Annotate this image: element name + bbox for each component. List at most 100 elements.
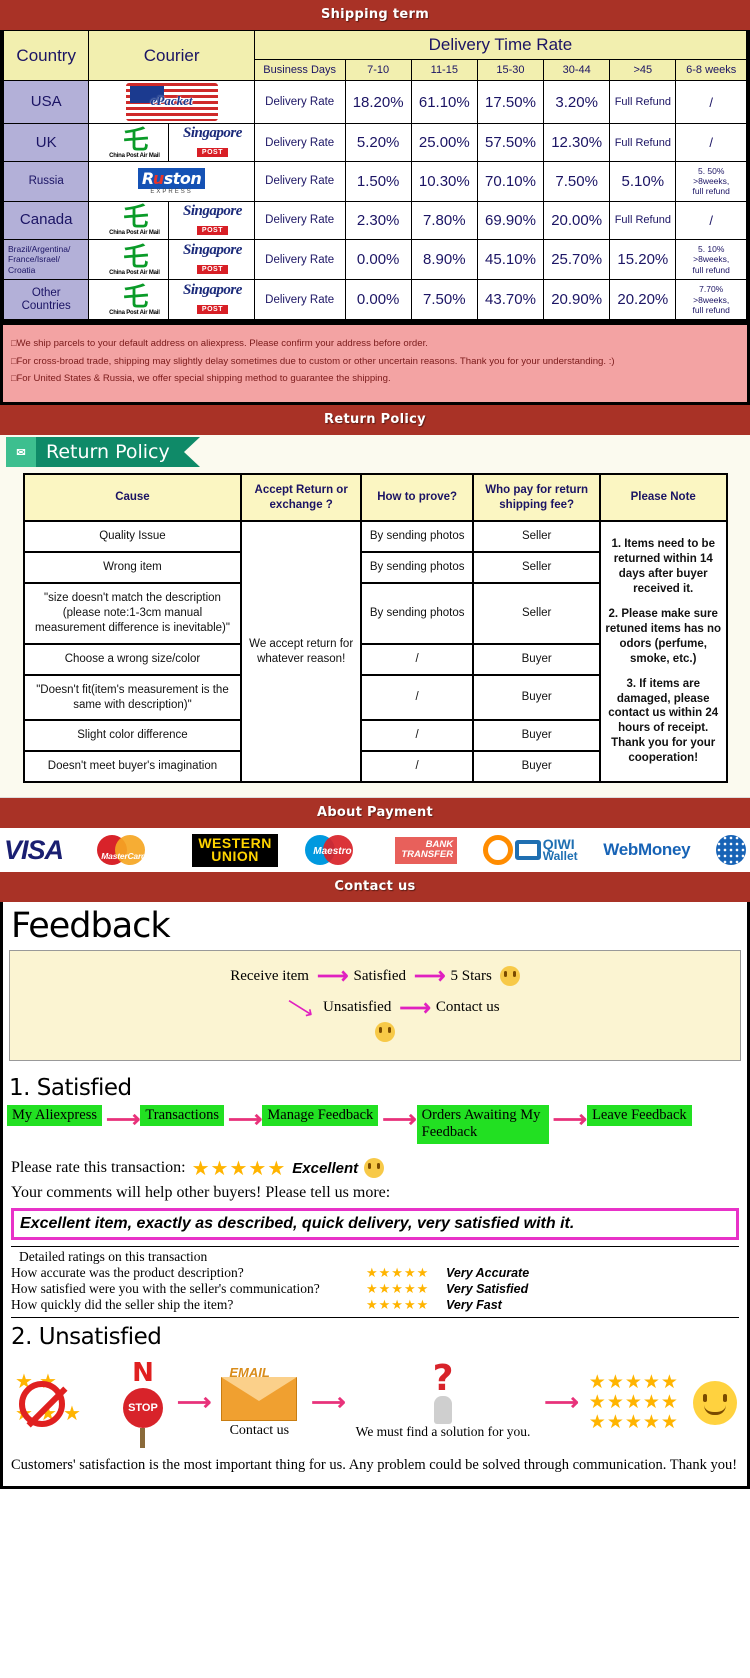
feedback-title: Feedback xyxy=(11,906,171,947)
cell-rate: 15.20% xyxy=(609,238,677,281)
ruston-express-icon: Ruston EXPRESS xyxy=(124,167,220,195)
qiwi-line2: Wallet xyxy=(542,849,578,864)
col-range-7-10: 7-10 xyxy=(344,59,412,81)
rate-transaction-line: Please rate this transaction: ★★★★★ Exce… xyxy=(3,1152,747,1181)
col-range-over-45: >45 xyxy=(609,59,677,81)
table-row: Quality Issue We accept return for whate… xyxy=(22,519,728,784)
cell-who: Seller xyxy=(472,581,601,645)
cell-prove: / xyxy=(359,719,475,753)
cell-rate: 61.10% xyxy=(410,80,478,124)
china-post-air-mail-icon: 乇 China Post Air Mail xyxy=(91,244,178,276)
cell-rate: 3.20% xyxy=(543,80,611,124)
detail-stars: ★★★★★ xyxy=(366,1264,430,1280)
cell-rate: 0.00% xyxy=(344,238,412,281)
unsatisfied-icon-strip: ★★ ★★★ N STOP ⟶ EMAIL Contact us ⟶ ? xyxy=(3,1354,747,1448)
maestro-label: Maestro xyxy=(313,846,352,858)
shipping-note: For cross-broad trade, shipping may slig… xyxy=(11,353,739,371)
cell-rate: 5.10% xyxy=(609,161,677,202)
step-leave-feedback[interactable]: Leave Feedback xyxy=(587,1105,692,1127)
mastercard-logo: MasterCard xyxy=(89,833,167,867)
unsatisfied-heading: 2. Unsatisfied xyxy=(11,1316,739,1354)
cell-who: Seller xyxy=(472,519,601,553)
cell-rate: 69.90% xyxy=(476,200,545,240)
rate-prompt: Please rate this transaction: xyxy=(11,1159,186,1177)
cell-prove: / xyxy=(359,673,475,722)
detail-stars: ★★★★★ xyxy=(366,1296,430,1312)
detail-question: How satisfied were you with the seller's… xyxy=(11,1280,320,1296)
cell-prove: / xyxy=(359,642,475,676)
big-smile-icon xyxy=(692,1380,737,1425)
courier-logo-china-post: 乇 China Post Air Mail xyxy=(88,238,178,281)
table-row: UK 乇 China Post Air Mail Singapore POST … xyxy=(2,123,747,162)
cell-rate: 5. 10% >8weeks, full refund xyxy=(675,238,747,281)
cell-rate: 1.50% xyxy=(344,161,412,202)
detail-rating-row: How quickly did the seller ship the item… xyxy=(3,1297,747,1313)
cell-rate: 45.10% xyxy=(476,238,545,281)
return-policy-section: ✉ Return Policy Cause Accept Return or e… xyxy=(0,435,750,799)
bank-transfer-logo: BANK TRANSFER xyxy=(395,836,458,864)
western-union-line2: UNION xyxy=(211,848,259,865)
cell-prove: By sending photos xyxy=(359,519,475,553)
detailed-ratings-heading: Detailed ratings on this transaction xyxy=(11,1245,739,1265)
cell-cause: Doesn't meet buyer's imagination xyxy=(22,750,243,784)
shipping-term-banner: Shipping term xyxy=(0,0,750,30)
cell-rate: 12.30% xyxy=(543,123,611,162)
feedback-section: Feedback Receive item ⟶ Satisfied ⟶ 5 St… xyxy=(0,902,750,1490)
singapore-post-icon: Singapore POST xyxy=(171,126,253,159)
cell-prove: / xyxy=(359,750,475,784)
cell-rate: Full Refund xyxy=(609,80,677,124)
cell-cause: "size doesn't match the description (ple… xyxy=(22,581,243,645)
step-orders-awaiting-my-feedback[interactable]: Orders Awaiting My Feedback xyxy=(416,1105,549,1144)
good-rating-stars-icon: ★★★★★ ★★★★★ ★★★★★ xyxy=(588,1371,679,1433)
epacket-icon xyxy=(125,83,218,121)
flow-satisfied: Satisfied xyxy=(353,967,406,984)
china-post-air-mail-icon: 乇 China Post Air Mail xyxy=(91,284,178,316)
cell-rate: 20.00% xyxy=(543,200,611,240)
cell-rate-label: Delivery Rate xyxy=(253,238,346,281)
return-policy-banner: Return Policy xyxy=(0,405,750,436)
cell-prove: By sending photos xyxy=(359,581,475,645)
courier-logo-ruston: Ruston EXPRESS xyxy=(88,161,255,202)
courier-logo-china-post: 乇 China Post Air Mail xyxy=(88,123,178,162)
cell-rate: 57.50% xyxy=(476,123,545,162)
step-transactions[interactable]: Transactions xyxy=(140,1105,224,1127)
return-policy-table: Cause Accept Return or exchange ? How to… xyxy=(22,473,728,784)
rating-label: Excellent xyxy=(292,1159,359,1177)
col-range-6-8-weeks: 6-8 weeks xyxy=(675,59,747,81)
mail-icon: ✉ xyxy=(6,437,36,468)
step-manage-feedback[interactable]: Manage Feedback xyxy=(262,1105,379,1127)
bank-transfer-icon: BANK TRANSFER xyxy=(395,836,458,864)
tell-more-text: Your comments will help other buyers! Pl… xyxy=(11,1183,391,1201)
cell-rate: 8.90% xyxy=(410,238,478,281)
maestro-icon: Maestro xyxy=(303,834,369,866)
detail-value: Very Satisfied xyxy=(446,1281,529,1296)
cell-rate-label: Delivery Rate xyxy=(253,200,346,240)
col-range-15-30: 15-30 xyxy=(476,59,545,81)
flow-contact-us: Contact us xyxy=(435,999,500,1016)
maestro-logo: Maestro xyxy=(303,834,369,866)
western-union-icon: WESTERN UNION xyxy=(192,834,278,867)
col-how-to-prove: How to prove? xyxy=(359,473,475,522)
rating-stars[interactable]: ★★★★★ xyxy=(192,1156,287,1181)
cell-rate: 7.50% xyxy=(410,279,478,320)
arrow-right-icon: ⟶ xyxy=(382,1106,416,1134)
qiwi-icon: QIWI Wallet xyxy=(482,835,578,866)
cell-cause: Wrong item xyxy=(22,550,243,584)
cell-rate: Full Refund xyxy=(609,123,677,162)
question-solution-icon: ? We must find a solution for you. xyxy=(355,1357,531,1439)
cell-rate-label: Delivery Rate xyxy=(253,161,346,202)
singapore-post-badge: POST xyxy=(196,305,228,315)
feedback-flow-box: Receive item ⟶ Satisfied ⟶ 5 Stars ⟶ Uns… xyxy=(9,950,741,1062)
step-my-aliexpress[interactable]: My Aliexpress xyxy=(7,1105,102,1127)
note-item: 1. Items need to be returned within 14 d… xyxy=(611,538,715,595)
cell-prove: By sending photos xyxy=(359,550,475,584)
comment-box[interactable]: Excellent item, exactly as described, qu… xyxy=(11,1207,739,1240)
table-row: Brazil/Argentina/ France/Israel/ Croatia… xyxy=(2,238,747,281)
arrow-right-icon: ⟶ xyxy=(176,1389,211,1417)
col-range-11-15: 11-15 xyxy=(410,59,478,81)
stop-sign-icon: N STOP xyxy=(122,1358,163,1448)
detail-rating-row: How accurate was the product description… xyxy=(3,1265,747,1281)
cell-rate: 70.10% xyxy=(476,161,545,202)
satisfied-heading: 1. Satisfied xyxy=(9,1075,132,1102)
cell-rate: 7.70% >8weeks, full refund xyxy=(675,279,747,320)
